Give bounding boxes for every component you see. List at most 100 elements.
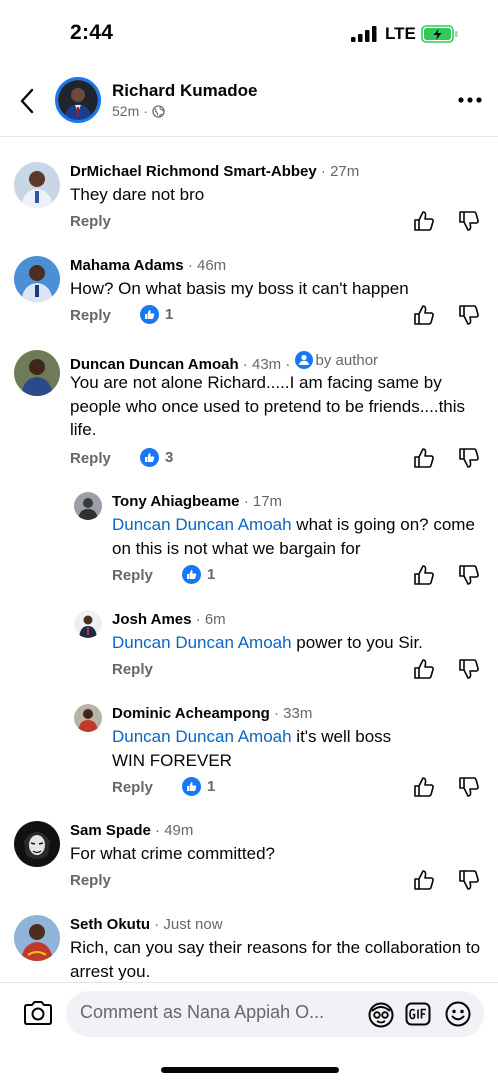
author-badge-label: by author	[315, 351, 379, 369]
thumbs-down-icon[interactable]	[458, 564, 480, 586]
like-reaction-icon	[182, 565, 201, 584]
commenter-name[interactable]: DrMichael Richmond Smart-Abbey	[70, 163, 317, 180]
comment-name-line: DrMichael Richmond Smart-Abbey · 27m	[70, 163, 360, 180]
comments-list: DrMichael Richmond Smart-Abbey · 27m The…	[0, 150, 498, 980]
comment-name-line: Sam Spade · 49m	[70, 822, 194, 839]
commenter-name[interactable]: Mahama Adams	[70, 257, 184, 274]
reaction-count[interactable]: 1	[140, 305, 173, 324]
thumbs-down-icon[interactable]	[458, 658, 480, 680]
emoji-icon[interactable]	[444, 1000, 472, 1028]
status-time: 2:44	[70, 21, 114, 44]
commenter-avatar[interactable]	[14, 821, 60, 867]
reply-button[interactable]: Reply	[112, 779, 153, 796]
battery-icon	[421, 25, 458, 43]
comment-input-box[interactable]	[66, 991, 484, 1037]
reply-button[interactable]: Reply	[70, 213, 111, 230]
comment-composer-bar	[0, 982, 498, 1081]
comment-time: 49m	[164, 822, 194, 839]
commenter-name[interactable]: Josh Ames	[112, 611, 191, 628]
reply-button[interactable]: Reply	[112, 567, 153, 584]
commenter-avatar[interactable]	[74, 492, 102, 520]
comment-text: Duncan Duncan Amoah power to you Sir.	[112, 631, 484, 655]
thumbs-up-icon[interactable]	[413, 776, 435, 798]
comment-name-line: Seth Okutu · Just now	[70, 916, 223, 933]
mention-link[interactable]: Duncan Duncan Amoah	[112, 515, 292, 534]
mention-link[interactable]: Duncan Duncan Amoah	[112, 727, 292, 746]
like-reaction-icon	[140, 305, 159, 324]
comment-text: Duncan Duncan Amoah it's well boss WIN FO…	[112, 725, 484, 772]
comment-name-line: Duncan Duncan Amoah · 43m · by author	[70, 351, 379, 373]
thumbs-up-icon[interactable]	[413, 447, 435, 469]
commenter-avatar[interactable]	[14, 350, 60, 396]
comment-text: Rich, can you say their reasons for the …	[70, 938, 481, 980]
gif-icon[interactable]	[405, 1002, 431, 1026]
commenter-name[interactable]: Tony Ahiagbeame	[112, 493, 240, 510]
comment-name-line: Dominic Acheampong · 33m	[112, 705, 313, 722]
thumbs-up-icon[interactable]	[413, 210, 435, 232]
mention-link[interactable]: Duncan Duncan Amoah	[112, 633, 292, 652]
comment-input[interactable]	[80, 1002, 360, 1023]
status-bar: 2:44 LTE	[0, 0, 498, 66]
commenter-name[interactable]: Sam Spade	[70, 822, 151, 839]
author-badge-icon	[294, 351, 313, 369]
like-count-value: 1	[207, 778, 216, 795]
commenter-avatar[interactable]	[74, 704, 102, 732]
comment-time: Just now	[163, 916, 223, 933]
reply-button[interactable]: Reply	[70, 872, 111, 889]
author-name[interactable]: Richard Kumadoe	[112, 81, 257, 101]
back-button[interactable]	[16, 84, 40, 118]
thumbs-down-icon[interactable]	[458, 447, 480, 469]
comment-name-line: Tony Ahiagbeame · 17m	[112, 493, 283, 510]
network-label: LTE	[385, 24, 416, 43]
like-reaction-icon	[140, 448, 159, 467]
commenter-name[interactable]: Seth Okutu	[70, 916, 150, 933]
comment-name-line: Josh Ames · 6m	[112, 611, 226, 628]
comment-text: Duncan Duncan Amoah what is going on? co…	[112, 513, 484, 560]
reaction-count[interactable]: 3	[140, 448, 173, 467]
commenter-avatar[interactable]	[14, 256, 60, 302]
thumbs-up-icon[interactable]	[413, 658, 435, 680]
commenter-avatar[interactable]	[74, 610, 102, 638]
author-badge: by author	[294, 351, 379, 369]
like-reaction-icon	[182, 777, 201, 796]
thumbs-down-icon[interactable]	[458, 776, 480, 798]
signal-icon	[351, 26, 377, 42]
thumbs-down-icon[interactable]	[458, 869, 480, 891]
reply-button[interactable]: Reply	[70, 450, 111, 467]
comment-body-line-2: WIN FOREVER	[112, 750, 232, 770]
comment-text: They dare not bro	[70, 185, 205, 204]
comment-time: 46m	[197, 257, 227, 274]
thumbs-up-icon[interactable]	[413, 869, 435, 891]
comment-time: 6m	[204, 611, 226, 628]
more-options-button[interactable]	[455, 90, 485, 110]
reply-button[interactable]: Reply	[112, 661, 153, 678]
commenter-avatar[interactable]	[14, 162, 60, 208]
comment-text: How? On what basis my boss it can't happ…	[70, 279, 409, 298]
globe-icon	[152, 104, 165, 118]
comment-body: power to you Sir.	[291, 633, 423, 652]
comment-text: You are not alone Richard.....I am facin…	[70, 373, 466, 439]
author-avatar[interactable]	[55, 77, 101, 123]
thumbs-down-icon[interactable]	[458, 210, 480, 232]
reply-button[interactable]: Reply	[70, 307, 111, 324]
like-count-value: 1	[165, 306, 174, 323]
meta-separator: ·	[143, 103, 148, 119]
thumbs-up-icon[interactable]	[413, 304, 435, 326]
reaction-count[interactable]: 1	[182, 565, 215, 584]
thumbs-down-icon[interactable]	[458, 304, 480, 326]
comment-body: it's well boss	[291, 727, 392, 746]
commenter-avatar[interactable]	[14, 915, 60, 961]
reaction-count[interactable]: 1	[182, 777, 215, 796]
avatar-sticker-icon[interactable]	[367, 1001, 395, 1029]
post-header: Richard Kumadoe 52m ·	[0, 70, 498, 137]
home-indicator	[161, 1067, 339, 1073]
comment-time: 17m	[252, 493, 283, 510]
commenter-name[interactable]: Dominic Acheampong	[112, 705, 270, 722]
thumbs-up-icon[interactable]	[413, 564, 435, 586]
post-meta: 52m ·	[112, 103, 165, 119]
comment-name-line: Mahama Adams · 46m	[70, 257, 227, 274]
camera-icon[interactable]	[22, 999, 54, 1027]
comment-time: 27m	[330, 163, 360, 180]
like-count-value: 1	[207, 566, 216, 583]
comment-text: For what crime committed?	[70, 844, 275, 863]
